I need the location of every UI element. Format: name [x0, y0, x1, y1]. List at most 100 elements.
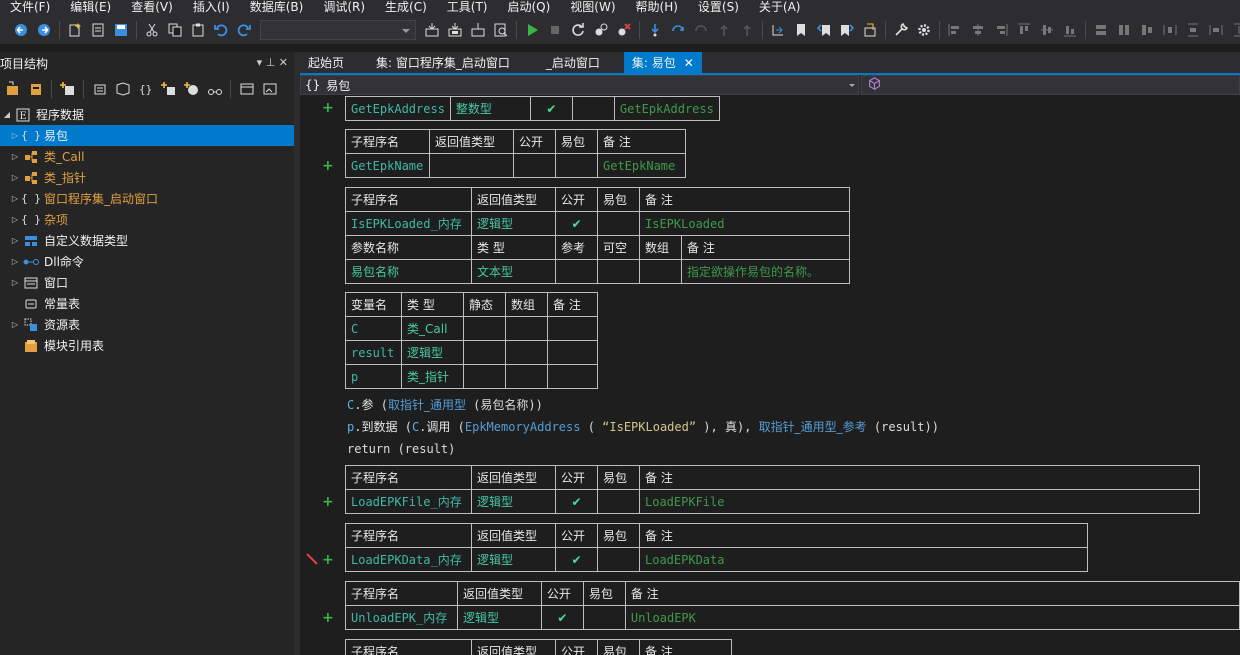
menu-item[interactable]: 关于(A) [749, 0, 811, 16]
var-type[interactable]: 类_Call [401, 316, 464, 341]
var-static[interactable] [463, 340, 506, 365]
breakpoint-icon[interactable] [590, 19, 612, 41]
breakpoint-marker-icon[interactable] [306, 553, 318, 565]
code-line-1[interactable]: C.参 (取指针_通用型 (易包名称)) [347, 396, 543, 414]
var-name[interactable]: p [345, 364, 402, 389]
var-note[interactable] [547, 340, 598, 365]
public-check-icon[interactable]: ✔ [555, 211, 598, 236]
back-icon[interactable] [10, 19, 32, 41]
step-into-icon[interactable] [644, 19, 666, 41]
same-height-icon[interactable] [1113, 19, 1135, 41]
bookmark-icon[interactable] [790, 19, 812, 41]
menu-item[interactable]: 视图(W) [560, 0, 625, 16]
align-center-icon[interactable] [967, 19, 989, 41]
align-left-icon[interactable] [944, 19, 966, 41]
epk-cell[interactable] [597, 489, 640, 514]
tree-item[interactable]: 模块引用表 [0, 335, 294, 356]
var-array[interactable] [505, 340, 548, 365]
menu-item[interactable]: 数据库(B) [240, 0, 314, 16]
tree-item[interactable]: ▷ 资源表 [0, 314, 294, 335]
expand-arrow-icon[interactable]: ▷ [8, 131, 22, 140]
same-width-icon[interactable] [1090, 19, 1112, 41]
add-resource-icon[interactable] [181, 78, 202, 100]
tree-item[interactable]: ▷ 窗口 [0, 272, 294, 293]
save-icon[interactable] [110, 19, 132, 41]
var-type[interactable]: 类_指针 [401, 364, 464, 389]
settings-gear-icon[interactable] [913, 19, 935, 41]
epk-cell[interactable] [582, 605, 626, 630]
var-static[interactable] [463, 364, 506, 389]
step-over-icon[interactable] [667, 19, 689, 41]
tree-item[interactable]: ▷{ } 易包 [0, 125, 294, 146]
add-class-icon[interactable] [2, 78, 23, 100]
expand-plus-icon[interactable]: + [322, 159, 334, 173]
expand-arrow-icon[interactable]: ▷ [8, 194, 22, 203]
epk-cell[interactable] [571, 96, 615, 121]
align-right-icon[interactable] [990, 19, 1012, 41]
add-window-icon[interactable] [236, 78, 257, 100]
return-type[interactable]: 逻辑型 [471, 547, 556, 572]
param-name[interactable]: 易包名称 [345, 259, 472, 284]
return-type[interactable]: 逻辑型 [471, 489, 556, 514]
align-bottom-icon[interactable] [1059, 19, 1081, 41]
build-icon[interactable] [467, 19, 489, 41]
document-tab[interactable]: _启动窗口 [538, 52, 608, 73]
menu-item[interactable]: 帮助(H) [626, 0, 688, 16]
expand-arrow-icon[interactable]: ▷ [8, 257, 22, 266]
run-icon[interactable] [521, 19, 543, 41]
compile-static-icon[interactable] [444, 19, 466, 41]
public-check-icon[interactable]: ✔ [529, 96, 573, 121]
var-array[interactable] [505, 316, 548, 341]
param-optional[interactable] [597, 259, 640, 284]
align-middle-icon[interactable] [1036, 19, 1058, 41]
find-icon[interactable] [490, 19, 512, 41]
collapse-arrow-icon[interactable]: ◢ [0, 110, 14, 119]
document-tab[interactable]: 集: 易包 ✕ [623, 52, 702, 73]
stop-icon[interactable] [544, 19, 566, 41]
document-tab[interactable]: 集: 窗口程序集_启动窗口 [368, 52, 518, 73]
public-check-icon[interactable]: ✔ [555, 489, 598, 514]
clear-breakpoints-icon[interactable] [613, 19, 635, 41]
next-bookmark-icon[interactable] [836, 19, 858, 41]
return-type[interactable]: 逻辑型 [471, 211, 556, 236]
expand-arrow-icon[interactable]: ▷ [8, 236, 22, 245]
same-size-icon[interactable] [1136, 19, 1158, 41]
return-type[interactable] [429, 153, 514, 178]
var-static[interactable] [463, 316, 506, 341]
code-line-2[interactable]: p.到数据 (C.调用 (EpkMemoryAddress ( “IsEPKLo… [347, 418, 939, 436]
sub-comment[interactable]: GetEpkName [597, 153, 686, 178]
step-up-icon[interactable] [713, 19, 735, 41]
tree-item[interactable]: ▷{ } 杂项 [0, 209, 294, 230]
param-array[interactable] [639, 259, 682, 284]
add-picture-icon[interactable] [259, 78, 280, 100]
cut-icon[interactable] [141, 19, 163, 41]
public-check-icon[interactable]: ✔ [540, 605, 584, 630]
sub-comment[interactable]: IsEPKLoaded [639, 211, 850, 236]
expand-plus-icon[interactable]: + [322, 553, 334, 567]
tree-item[interactable]: 常量表 [0, 293, 294, 314]
menu-item[interactable]: 文件(F) [0, 0, 60, 16]
sub-name[interactable]: UnloadEPK_内存 [345, 605, 458, 630]
add-type-icon[interactable] [57, 78, 78, 100]
var-name[interactable]: C [345, 316, 402, 341]
add-const-icon[interactable] [204, 78, 225, 100]
expand-plus-icon[interactable]: + [322, 611, 334, 625]
add-program-set-icon[interactable] [25, 78, 46, 100]
add-sub-icon[interactable] [89, 78, 110, 100]
sub-name[interactable]: LoadEPKData_内存 [345, 547, 472, 572]
member-dropdown[interactable] [860, 75, 1240, 95]
document-tab[interactable]: 起始页 [300, 52, 352, 73]
step-out-icon[interactable] [690, 19, 712, 41]
step-top-icon[interactable] [736, 19, 758, 41]
scope-dropdown[interactable]: {} 易包 [300, 75, 859, 95]
restart-icon[interactable] [567, 19, 589, 41]
var-name[interactable]: result [345, 340, 402, 365]
menu-item[interactable]: 查看(V) [121, 0, 183, 16]
param-type[interactable]: 文本型 [471, 259, 556, 284]
space-vertical-icon[interactable] [1182, 19, 1204, 41]
copy-icon[interactable] [164, 19, 186, 41]
forward-icon[interactable] [33, 19, 55, 41]
menu-item[interactable]: 设置(S) [688, 0, 749, 16]
clear-bookmarks-icon[interactable] [859, 19, 881, 41]
epk-cell[interactable] [597, 211, 640, 236]
